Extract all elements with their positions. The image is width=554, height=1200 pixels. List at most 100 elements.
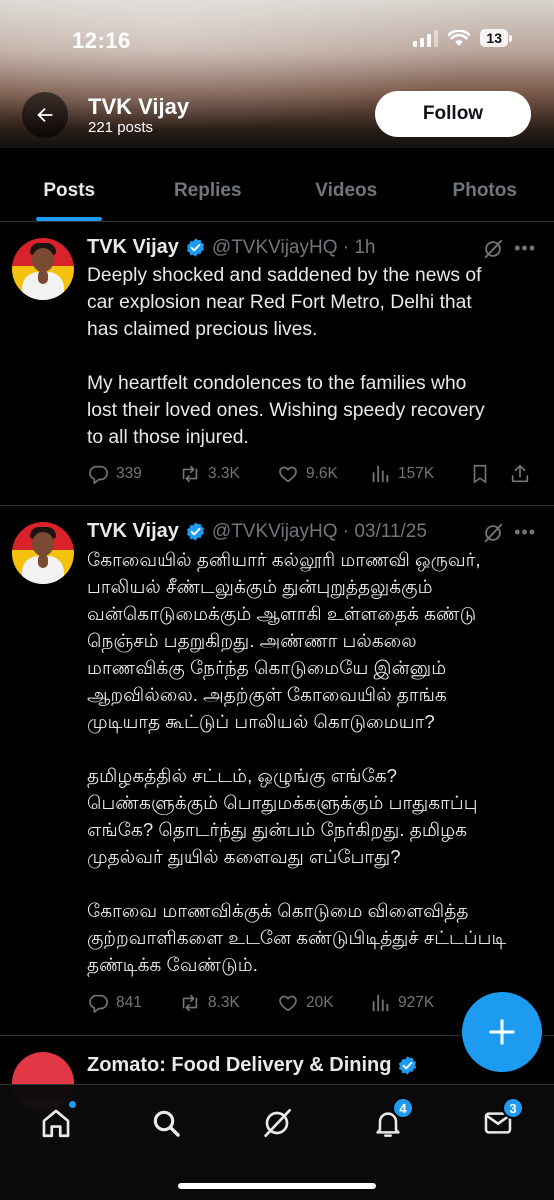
- notifications-badge: 4: [392, 1097, 414, 1119]
- post-text-line: வன்கொடுமைக்கும் ஆளாகி உள்ளதைக் கண்டு: [87, 603, 477, 624]
- repost-count: 8.3K: [208, 994, 240, 1011]
- post-text-line: பெண்களுக்கும் பொதுமக்களுக்கும் பாதுகாப்ப…: [87, 792, 478, 813]
- like-button[interactable]: 20K: [277, 992, 369, 1014]
- post-text-line: ஆறவில்லை. அதற்குள் கோவையில் தாங்க: [87, 684, 447, 705]
- reply-button[interactable]: 339: [87, 463, 179, 485]
- share-icon: [511, 464, 529, 483]
- repost-icon: [182, 994, 198, 1012]
- post-text: Deeply shocked and saddened by the news …: [87, 262, 537, 451]
- signal-icon: [413, 29, 439, 47]
- post-text-line: lost their loved ones. Wishing speedy re…: [87, 400, 485, 421]
- share-button[interactable]: [509, 463, 539, 485]
- tab-replies[interactable]: Replies: [139, 148, 278, 221]
- post-author[interactable]: TVK Vijay: [87, 236, 179, 259]
- post-text-line: to all those injured.: [87, 427, 249, 448]
- profile-name: TVK Vijay: [88, 94, 190, 119]
- reply-button[interactable]: 841: [87, 992, 179, 1014]
- like-button[interactable]: 9.6K: [277, 463, 369, 485]
- views-icon: [372, 994, 389, 1012]
- grok-icon[interactable]: [482, 522, 504, 544]
- verified-badge-icon: [186, 522, 204, 541]
- nav-messages[interactable]: 3: [478, 1097, 524, 1143]
- profile-header: 12:16 13 TVK Vijay 221 posts Follow: [0, 0, 554, 148]
- home-indicator[interactable]: [178, 1183, 376, 1189]
- verified-badge-icon: [186, 238, 204, 257]
- status-icons: 13: [413, 29, 512, 47]
- tab-label: Replies: [173, 180, 242, 201]
- post-handle-time: @TVKVijayHQ · 03/11/25: [211, 520, 427, 542]
- like-count: 9.6K: [306, 465, 338, 482]
- repost-button[interactable]: 8.3K: [179, 992, 277, 1014]
- avatar[interactable]: [12, 522, 74, 584]
- nav-home[interactable]: [36, 1101, 76, 1143]
- home-icon: [42, 1109, 70, 1138]
- reply-count: 841: [116, 994, 142, 1011]
- post[interactable]: TVK Vijay @TVKVijayHQ · 03/11/25 ••• கோவ…: [0, 506, 554, 1036]
- grok-icon[interactable]: [482, 238, 504, 260]
- like-count: 20K: [306, 994, 334, 1011]
- follow-button[interactable]: Follow: [375, 91, 531, 137]
- more-options-icon[interactable]: •••: [514, 522, 536, 543]
- heart-icon: [279, 466, 297, 483]
- post-header: Zomato: Food Delivery & Dining: [87, 1054, 418, 1077]
- verified-badge-icon: [399, 1056, 417, 1075]
- heart-icon: [279, 995, 297, 1012]
- reply-icon: [89, 994, 108, 1013]
- post-text-line: car explosion near Red Fort Metro, Delhi…: [87, 292, 472, 313]
- post-text-line: தண்டிக்க வேண்டும்.: [87, 954, 258, 975]
- tab-photos[interactable]: Photos: [416, 148, 554, 221]
- bookmark-icon: [473, 464, 487, 484]
- views-icon: [372, 465, 389, 483]
- post-header: TVK Vijay @TVKVijayHQ · 1h: [87, 236, 376, 259]
- nav-search[interactable]: [146, 1103, 186, 1143]
- tab-label: Videos: [315, 180, 378, 201]
- repost-icon: [182, 465, 198, 483]
- views-button[interactable]: 157K: [369, 463, 469, 485]
- reply-count: 339: [116, 465, 142, 482]
- bookmark-button[interactable]: [469, 463, 509, 485]
- battery-indicator: 13: [480, 29, 512, 47]
- tab-label: Posts: [43, 180, 96, 201]
- arrow-left-icon: [37, 107, 53, 123]
- reply-icon: [89, 465, 108, 484]
- messages-badge: 3: [502, 1097, 524, 1119]
- post-text-line: மாணவிக்கு நேர்ந்த கொடுமையே இன்னும்: [87, 657, 447, 678]
- status-time: 12:16: [72, 28, 131, 53]
- repost-count: 3.3K: [208, 465, 240, 482]
- post-text-line: Deeply shocked and saddened by the news …: [87, 265, 482, 286]
- tab-posts[interactable]: Posts: [0, 148, 139, 221]
- profile-posts-count: 221 posts: [88, 119, 154, 136]
- repost-button[interactable]: 3.3K: [179, 463, 277, 485]
- post-text-line: has claimed precious lives.: [87, 319, 318, 340]
- views-count: 927K: [398, 994, 435, 1011]
- post-actions: 339 3.3K 9.6K 157K: [87, 463, 539, 485]
- post-author[interactable]: Zomato: Food Delivery & Dining: [87, 1054, 391, 1077]
- tab-label: Photos: [452, 180, 517, 201]
- nav-grok[interactable]: [257, 1103, 297, 1143]
- compose-post-button[interactable]: [462, 992, 542, 1072]
- post-header: TVK Vijay @TVKVijayHQ · 03/11/25: [87, 520, 427, 543]
- unread-dot: [69, 1101, 76, 1108]
- post-author[interactable]: TVK Vijay: [87, 520, 179, 543]
- post-text-line: முதல்வர் துயில் களைவது எப்போது?: [87, 846, 401, 867]
- post-text-line: முடியாத கூட்டுப் பாலியல் கொடுமையா?: [87, 711, 435, 732]
- back-button[interactable]: [22, 92, 68, 138]
- grok-icon: [264, 1109, 291, 1137]
- profile-tabs: Posts Replies Videos Photos: [0, 148, 554, 222]
- tab-videos[interactable]: Videos: [277, 148, 416, 221]
- post-text-line: தமிழகத்தில் சட்டம், ஒழுங்கு எங்கே?: [87, 765, 397, 786]
- post-text-line: My heartfelt condolences to the families…: [87, 373, 467, 394]
- plus-icon: [489, 1019, 515, 1045]
- search-icon: [153, 1110, 180, 1137]
- post-text-line: கோவை மாணவிக்குக் கொடுமை விளைவித்த: [87, 900, 469, 921]
- post-text-line: நெஞ்சம் பதறுகிறது. அண்ணா பல்கலை: [87, 630, 417, 651]
- post-text: கோவையில் தனியார் கல்லூரி மாணவி ஒருவர், ப…: [87, 546, 537, 978]
- post-text-line: பாலியல் சீண்டலுக்கும் துன்புறுத்தலுக்கும…: [87, 576, 433, 597]
- avatar[interactable]: [12, 238, 74, 300]
- more-options-icon[interactable]: •••: [514, 238, 536, 259]
- nav-notifications[interactable]: 4: [368, 1097, 414, 1143]
- post-text-line: குற்றவாளிகளை உடனே கண்டுபிடித்துச் சட்டப்…: [87, 927, 507, 948]
- views-button[interactable]: 927K: [369, 992, 469, 1014]
- views-count: 157K: [398, 465, 435, 482]
- post[interactable]: TVK Vijay @TVKVijayHQ · 1h ••• Deeply sh…: [0, 222, 554, 506]
